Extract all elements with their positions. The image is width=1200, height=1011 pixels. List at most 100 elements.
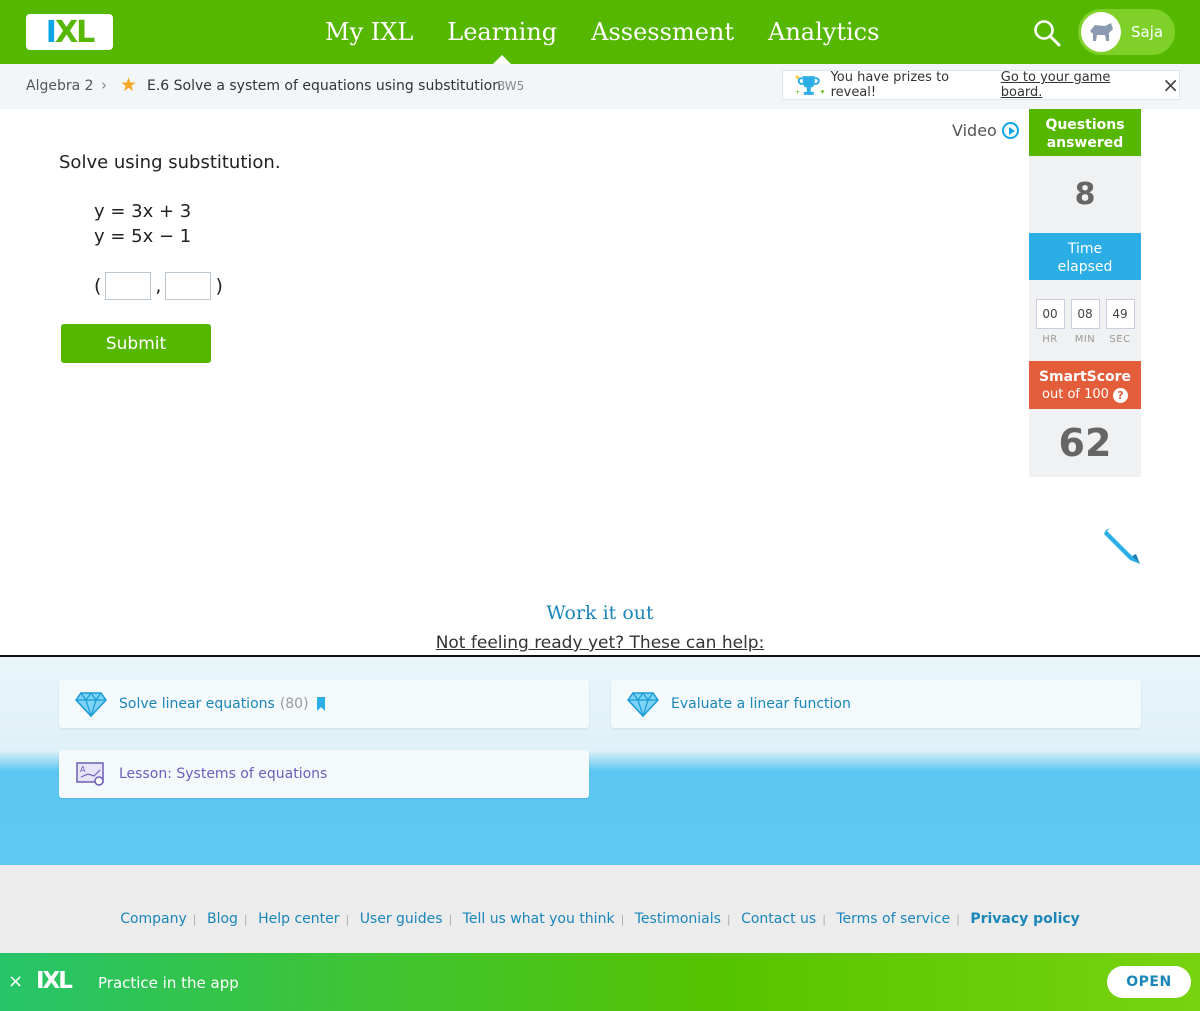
smartscore-header: SmartScore out of 100 ? bbox=[1029, 361, 1141, 409]
timer-labels: HR MIN SEC bbox=[1029, 334, 1141, 345]
separator: | bbox=[620, 913, 625, 926]
answer-y-input[interactable] bbox=[165, 272, 212, 300]
footer-link-company[interactable]: Company bbox=[120, 911, 187, 927]
svg-text:✦: ✦ bbox=[794, 73, 801, 82]
help-card-lesson-systems[interactable]: A Lesson: Systems of equations bbox=[59, 750, 589, 798]
separator: | bbox=[192, 913, 197, 926]
question-prompt: Solve using substitution. bbox=[59, 152, 281, 173]
timer-seconds: 49 bbox=[1105, 299, 1135, 329]
separator: | bbox=[956, 913, 960, 926]
footer-link-contact[interactable]: Contact us bbox=[741, 911, 816, 927]
prize-notification: ✦ ✦ + You have prizes to reveal! Go to you… bbox=[782, 70, 1180, 100]
separator: | bbox=[448, 913, 453, 926]
smartscore-sub: out of 100 ? bbox=[1029, 386, 1141, 404]
timer[interactable]: 00 08 49 bbox=[1029, 299, 1141, 329]
card-label: Lesson: Systems of equations bbox=[119, 766, 328, 782]
breadcrumb-skill: E.6 Solve a system of equations using su… bbox=[147, 78, 502, 94]
svg-text:+: + bbox=[795, 90, 800, 96]
app-banner: × IXL Practice in the app OPEN bbox=[0, 953, 1200, 1011]
time-label: Time bbox=[1067, 241, 1103, 257]
video-label: Video bbox=[952, 121, 997, 140]
equation-1: y = 3x + 3 bbox=[94, 201, 192, 222]
time-elapsed-header: Time elapsed bbox=[1029, 233, 1141, 280]
footer-link-terms[interactable]: Terms of service bbox=[836, 911, 950, 927]
diamond-icon bbox=[75, 691, 107, 718]
questions-answered-value: 8 bbox=[1074, 177, 1096, 212]
user-menu-button[interactable]: Saja bbox=[1078, 9, 1175, 55]
submit-button[interactable]: Submit bbox=[61, 324, 211, 363]
work-it-out-title[interactable]: Work it out bbox=[0, 602, 1200, 624]
equation-2: y = 5x − 1 bbox=[94, 226, 192, 247]
ixl-app-logo: IXL bbox=[36, 968, 73, 994]
svg-text:✦: ✦ bbox=[820, 88, 826, 96]
chevron-right-icon: › bbox=[101, 76, 107, 94]
smartscore-label: SmartScore bbox=[1038, 369, 1132, 385]
footer-link-help-center[interactable]: Help center bbox=[258, 911, 339, 927]
stats-sidebar: Questions answered 8 Time elapsed 00 08 … bbox=[1029, 109, 1141, 477]
lesson-icon: A bbox=[76, 762, 104, 786]
svg-text:A: A bbox=[80, 765, 86, 774]
main-nav: My IXL Learning Assessment Analytics bbox=[325, 0, 913, 64]
open-paren: ( bbox=[94, 275, 102, 297]
open-app-button[interactable]: OPEN bbox=[1107, 966, 1191, 998]
card-count: (80) bbox=[279, 696, 309, 712]
comma: , bbox=[155, 275, 162, 297]
nav-my-ixl[interactable]: My IXL bbox=[325, 0, 413, 64]
hr-label: HR bbox=[1042, 334, 1058, 345]
bookmark-icon bbox=[316, 697, 325, 711]
questions-label: Questions bbox=[1045, 117, 1125, 133]
answer-x-input[interactable] bbox=[105, 272, 152, 300]
avatar-icon bbox=[1081, 12, 1121, 52]
app-banner-text: Practice in the app bbox=[98, 974, 239, 992]
top-navigation-bar: IXL My IXL Learning Assessment Analytics… bbox=[0, 0, 1200, 64]
answered-label: answered bbox=[1046, 135, 1124, 151]
help-card-solve-linear-equations[interactable]: Solve linear equations (80) bbox=[59, 680, 589, 728]
separator: | bbox=[822, 913, 826, 926]
card-label: Evaluate a linear function bbox=[671, 696, 851, 712]
prize-text: You have prizes to reveal! bbox=[830, 70, 950, 100]
help-icon[interactable]: ? bbox=[1112, 387, 1128, 403]
nav-learning[interactable]: Learning bbox=[447, 0, 557, 64]
footer-link-feedback[interactable]: Tell us what you think bbox=[463, 911, 615, 927]
close-icon[interactable]: × bbox=[8, 971, 23, 992]
breadcrumb-course[interactable]: Algebra 2 bbox=[26, 78, 94, 94]
timer-hours: 00 bbox=[1035, 299, 1065, 329]
nav-assessment[interactable]: Assessment bbox=[591, 0, 734, 64]
ixl-logo[interactable]: IXL bbox=[26, 14, 113, 50]
footer-link-privacy[interactable]: Privacy policy bbox=[970, 911, 1080, 927]
elapsed-label: elapsed bbox=[1057, 259, 1113, 275]
close-paren: ) bbox=[215, 275, 223, 297]
footer-links: Company | Blog | Help center | User guides |… bbox=[0, 911, 1200, 927]
footer: Company | Blog | Help center | User guides |… bbox=[0, 865, 1200, 955]
ordered-pair-answer: ( , ) bbox=[94, 272, 223, 300]
nav-analytics[interactable]: Analytics bbox=[768, 0, 879, 64]
game-board-link[interactable]: Go to your game board. bbox=[1001, 70, 1155, 100]
footer-link-blog[interactable]: Blog bbox=[207, 911, 238, 927]
separator: | bbox=[243, 913, 248, 926]
skill-code: BW5 bbox=[497, 79, 525, 93]
not-ready-text: Not feeling ready yet? These can help: bbox=[0, 633, 1200, 653]
diamond-icon bbox=[627, 691, 659, 718]
not-ready-label: Not feeling ready yet? These can help: bbox=[435, 633, 765, 653]
pencil-icon[interactable] bbox=[1100, 524, 1144, 568]
card-label: Solve linear equations bbox=[119, 696, 275, 712]
footer-link-user-guides[interactable]: User guides bbox=[360, 911, 443, 927]
sec-label: SEC bbox=[1109, 334, 1131, 345]
separator: | bbox=[345, 913, 350, 926]
star-icon: ★ bbox=[120, 74, 138, 96]
help-card-evaluate-linear-function[interactable]: Evaluate a linear function bbox=[611, 680, 1141, 728]
smartscore-value: 62 bbox=[1058, 421, 1112, 465]
min-label: MIN bbox=[1074, 334, 1096, 345]
user-name: Saja bbox=[1131, 23, 1164, 41]
search-icon[interactable] bbox=[1032, 18, 1062, 48]
separator: | bbox=[726, 913, 731, 926]
video-link[interactable]: Video bbox=[952, 121, 1019, 140]
trophy-icon: ✦ ✦ + bbox=[794, 73, 826, 96]
timer-minutes: 08 bbox=[1070, 299, 1100, 329]
smartscore-out-of: out of 100 bbox=[1042, 387, 1109, 402]
close-icon[interactable]: × bbox=[1162, 75, 1179, 95]
play-icon bbox=[1001, 122, 1019, 139]
questions-answered-header: Questions answered bbox=[1029, 109, 1141, 156]
breadcrumb: Algebra 2 › ★ E.6 Solve a system of equa… bbox=[0, 64, 1200, 109]
footer-link-testimonials[interactable]: Testimonials bbox=[635, 911, 721, 927]
